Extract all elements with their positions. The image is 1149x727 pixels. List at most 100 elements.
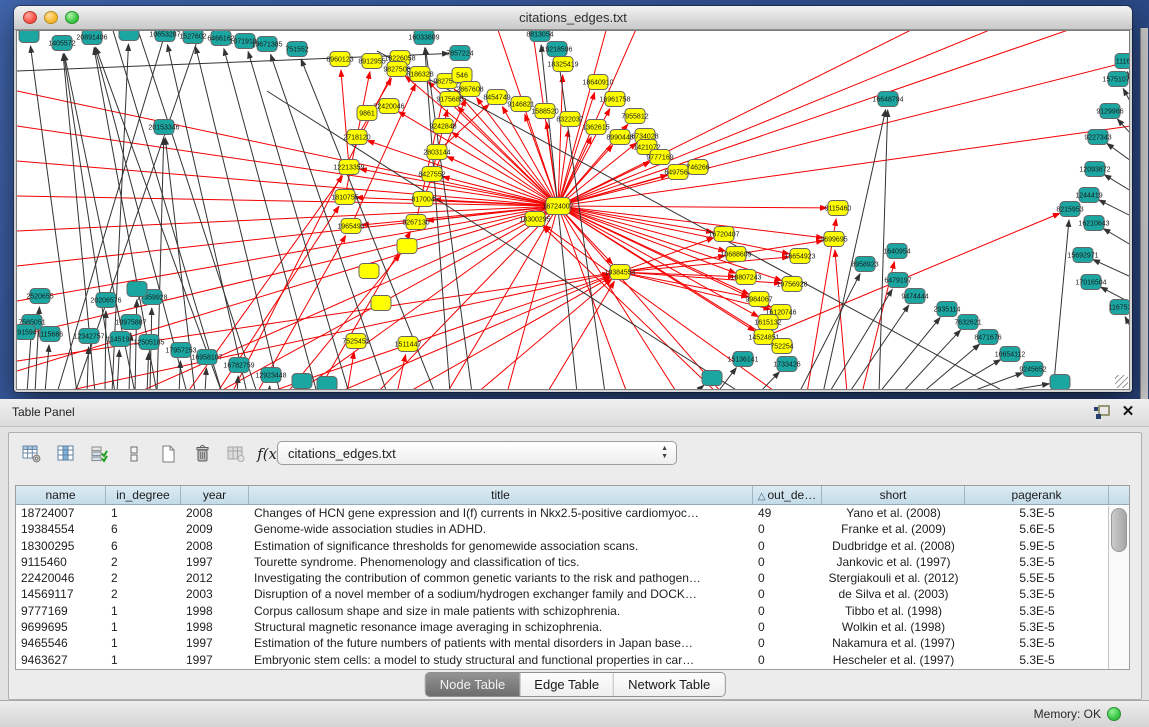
graph-node[interactable]: 16210643 [1078, 216, 1109, 231]
graph-edge[interactable] [1107, 143, 1129, 161]
graph-node[interactable]: 8813054 [526, 31, 553, 42]
graph-edge[interactable] [105, 311, 106, 389]
network-graph[interactable]: 1872400714055722089140610653287152760264… [17, 31, 1129, 389]
graph-node[interactable]: 2867608 [456, 82, 483, 97]
graph-node[interactable]: 7955812 [621, 109, 648, 124]
graph-edge[interactable] [45, 345, 49, 389]
graph-node[interactable]: 8958923 [851, 257, 878, 272]
graph-node[interactable]: 7632621 [954, 315, 981, 330]
graph-edge[interactable] [829, 289, 892, 389]
graph-node[interactable]: 8267130 [402, 215, 429, 230]
graph-node[interactable]: 9777169 [646, 150, 673, 165]
graph-node[interactable]: 8471676 [974, 330, 1001, 345]
graph-node[interactable]: 116753 [1109, 300, 1129, 315]
graph-node[interactable]: 1588520 [531, 104, 558, 119]
graph-edge[interactable] [397, 355, 406, 389]
graph-node[interactable] [371, 296, 391, 311]
graph-node[interactable]: 1362615 [582, 120, 609, 135]
graph-node[interactable]: 9699695 [820, 232, 847, 247]
graph-window-titlebar[interactable]: citations_edges.txt [14, 6, 1132, 30]
graph-node[interactable]: 1527602 [179, 31, 206, 44]
graph-node[interactable]: 1115686 [37, 327, 63, 342]
graph-node[interactable]: 12213359 [333, 160, 364, 175]
graph-node[interactable]: 10688609 [720, 247, 751, 262]
graph-node[interactable]: 8186328 [406, 67, 433, 82]
graph-edge[interactable] [1099, 200, 1129, 216]
graph-node[interactable]: 8912955 [358, 54, 385, 69]
graph-node[interactable] [1050, 375, 1070, 390]
graph-node[interactable]: 746266 [686, 160, 709, 175]
network-canvas[interactable]: 1872400714055722089140610653287152760264… [16, 30, 1130, 390]
graph-edge[interactable] [287, 255, 400, 389]
table-row[interactable]: 1938455462009Genome-wide association stu… [16, 521, 1129, 537]
graph-node[interactable]: 16720407 [708, 227, 739, 242]
graph-edge[interactable] [799, 274, 860, 389]
graph-node[interactable]: 9115460 [825, 201, 852, 216]
graph-edge[interactable] [347, 352, 354, 389]
table-row[interactable]: 1830029562008Estimation of significance … [16, 538, 1129, 554]
show-columns-icon[interactable] [51, 440, 81, 468]
graph-node[interactable]: 8960123 [326, 52, 353, 67]
graph-node[interactable] [702, 371, 722, 386]
graph-node[interactable]: 9861 [357, 106, 377, 121]
scrollbar-thumb[interactable] [1111, 508, 1127, 552]
table-row[interactable]: 2242004622012Investigating the contribut… [16, 570, 1129, 586]
graph-node[interactable] [292, 374, 312, 389]
table-row[interactable]: 1456911722003Disruption of a novel membe… [16, 586, 1129, 602]
float-panel-icon[interactable] [1093, 405, 1111, 420]
graph-edge[interactable] [695, 385, 704, 389]
graph-node[interactable]: 19756928 [776, 277, 807, 292]
minimize-button[interactable] [44, 11, 58, 24]
column-header-year[interactable]: year [181, 486, 249, 504]
graph-edge[interactable] [196, 47, 280, 389]
graph-node[interactable]: 751552 [285, 42, 308, 57]
graph-edge[interactable] [27, 333, 31, 389]
graph-node[interactable]: 817004 [411, 192, 434, 207]
graph-node[interactable]: 20891406 [76, 31, 107, 45]
graph-node[interactable]: 15136141 [727, 352, 758, 367]
graph-node[interactable]: 9245652 [1019, 362, 1046, 377]
graph-node[interactable] [317, 377, 337, 390]
graph-edge[interactable] [157, 138, 164, 389]
graph-edge[interactable] [407, 277, 610, 389]
graph-node[interactable]: 10654112 [995, 347, 1026, 362]
graph-edge[interactable] [502, 107, 558, 206]
graph-node[interactable]: 19384554 [604, 265, 635, 280]
graph-edge[interactable] [205, 368, 206, 389]
graph-edge[interactable] [922, 344, 980, 389]
table-row[interactable]: 946362711997Embryonic stem cells: a mode… [16, 652, 1129, 668]
graph-edge[interactable] [269, 386, 270, 389]
graph-edge[interactable] [759, 372, 779, 389]
tab-edge-table[interactable]: Edge Table [520, 673, 614, 696]
graph-node[interactable]: 9227343 [1084, 130, 1111, 145]
graph-node[interactable] [119, 31, 139, 41]
graph-edge[interactable] [823, 110, 886, 389]
graph-node[interactable]: 20153346 [148, 120, 179, 135]
tab-node-table[interactable]: Node Table [426, 673, 521, 696]
graph-node[interactable]: 12342757 [73, 329, 104, 344]
graph-node[interactable]: 1145194 [107, 332, 134, 347]
graph-edge[interactable] [547, 281, 614, 389]
zoom-button[interactable] [65, 11, 79, 24]
column-header-pagerank[interactable]: pagerank [965, 486, 1109, 504]
graph-node[interactable]: 391594 [17, 325, 37, 340]
graph-node[interactable]: 752254 [770, 339, 793, 354]
graph-edge[interactable] [17, 206, 558, 336]
graph-edge[interactable] [1053, 220, 1069, 389]
graph-node[interactable]: 12505185 [133, 335, 164, 350]
graph-edge[interactable] [17, 91, 558, 206]
delete-table-icon[interactable] [187, 440, 217, 468]
graph-node[interactable]: 1810755 [331, 190, 358, 205]
graph-node[interactable]: 9129966 [1096, 104, 1123, 119]
tab-network-table[interactable]: Network Table [614, 673, 724, 696]
import-table-icon[interactable] [221, 440, 251, 468]
graph-edge[interactable] [117, 350, 119, 389]
graph-node[interactable]: 18640910 [582, 75, 613, 90]
graph-node[interactable]: 6479197 [884, 273, 911, 288]
graph-node[interactable]: 2803144 [423, 145, 450, 160]
graph-node[interactable]: 16961758 [599, 92, 630, 107]
graph-edge[interactable] [1123, 89, 1129, 103]
graph-edge[interactable] [849, 305, 909, 389]
graph-node[interactable]: 19218596 [541, 42, 572, 57]
graph-node[interactable]: 9474444 [901, 289, 928, 304]
